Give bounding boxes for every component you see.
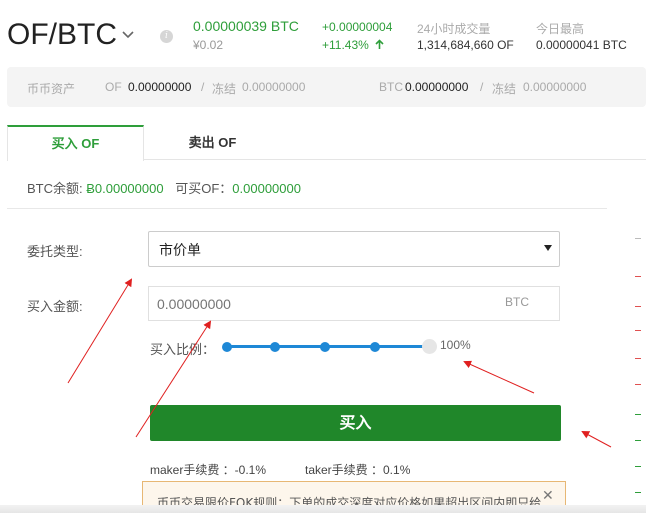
- btc-balance-label: BTC余额:: [27, 181, 87, 196]
- orderbook-edge-mark: [635, 276, 641, 277]
- btc-balance-value: Ƀ0.00000000: [86, 181, 164, 196]
- price-change-percent-value: +11.43%: [322, 38, 369, 52]
- arrow-up-icon: [375, 39, 384, 49]
- slider-step-75[interactable]: [370, 342, 380, 352]
- btc-available: 0.00000000: [405, 80, 469, 94]
- of-available: 0.00000000: [128, 80, 192, 94]
- can-buy-value: 0.00000000: [232, 181, 301, 196]
- asset-title: 币币资产: [27, 82, 76, 96]
- annotation-arrow: [463, 360, 535, 394]
- tab-buy[interactable]: 买入 OF: [7, 125, 144, 161]
- dropdown-arrow-icon: [544, 245, 552, 251]
- price-change-percent: +11.43%: [322, 38, 384, 52]
- bottom-edge: [0, 505, 646, 513]
- price-change: +0.00000004: [322, 20, 393, 34]
- ratio-percent: 100%: [440, 338, 471, 352]
- order-type-value: 市价单: [159, 242, 201, 258]
- buy-button[interactable]: 买入: [150, 405, 561, 441]
- chevron-down-icon[interactable]: [121, 28, 135, 42]
- orderbook-edge-mark: [635, 414, 641, 415]
- can-buy-label: 可买OF：: [175, 181, 233, 196]
- taker-fee: taker手续费 ：0.1%: [305, 463, 411, 477]
- last-price-cny: ¥0.02: [193, 38, 224, 52]
- order-type-label: 委托类型:: [27, 244, 83, 259]
- amount-unit: BTC: [505, 295, 529, 309]
- orderbook-edge-mark: [635, 238, 641, 239]
- of-frozen-label: 冻结: [212, 82, 237, 96]
- btc-currency: BTC: [379, 80, 403, 94]
- close-icon[interactable]: ✕: [542, 488, 554, 504]
- trade-tabs: 买入 OF 卖出 OF: [7, 125, 646, 161]
- annotation-arrow: [581, 431, 612, 448]
- order-type-select[interactable]: 市价单: [148, 231, 560, 267]
- of-frozen: 0.00000000: [242, 80, 306, 94]
- trading-panel: OF/BTC i 0.00000039 BTC ¥0.02 +0.0000000…: [0, 0, 646, 513]
- orderbook-edge-mark: [635, 440, 641, 441]
- slider-handle[interactable]: [422, 339, 437, 354]
- orderbook-edge-mark: [635, 330, 641, 331]
- tab-sell[interactable]: 卖出 OF: [144, 125, 281, 160]
- orderbook-edge-mark: [635, 466, 641, 467]
- orderbook-edge-mark: [635, 358, 641, 359]
- balance-line: BTC余额: Ƀ0.00000000 可买OF：0.00000000: [27, 178, 301, 197]
- orderbook-edge-mark: [635, 384, 641, 385]
- btc-separator: /: [480, 80, 484, 94]
- btc-frozen: 0.00000000: [523, 80, 587, 94]
- asset-bar: 币币资产 OF 0.00000000 / 冻结 0.00000000 BTC 0…: [7, 67, 646, 107]
- orderbook-edge-mark: [635, 306, 641, 307]
- amount-label: 买入金额:: [27, 299, 83, 314]
- last-price: 0.00000039 BTC: [193, 18, 299, 34]
- amount-input[interactable]: [148, 286, 560, 321]
- of-currency: OF: [105, 80, 122, 94]
- slider-step-25[interactable]: [270, 342, 280, 352]
- maker-fee: maker手续费 ：-0.1%: [150, 463, 267, 477]
- volume-value: 1,314,684,660 OF: [417, 38, 514, 52]
- volume-label: 24小时成交量: [417, 22, 491, 36]
- high-value: 0.00000041 BTC: [536, 38, 627, 52]
- btc-frozen-label: 冻结: [492, 82, 517, 96]
- info-icon[interactable]: i: [160, 30, 173, 43]
- pair-title[interactable]: OF/BTC: [7, 18, 117, 52]
- ratio-label: 买入比例：: [150, 342, 216, 357]
- slider-step-0[interactable]: [222, 342, 232, 352]
- high-label: 今日最高: [536, 22, 585, 36]
- slider-step-50[interactable]: [320, 342, 330, 352]
- of-separator: /: [201, 80, 205, 94]
- ratio-slider[interactable]: [222, 339, 438, 355]
- orderbook-edge-mark: [635, 492, 641, 493]
- divider: [7, 208, 607, 209]
